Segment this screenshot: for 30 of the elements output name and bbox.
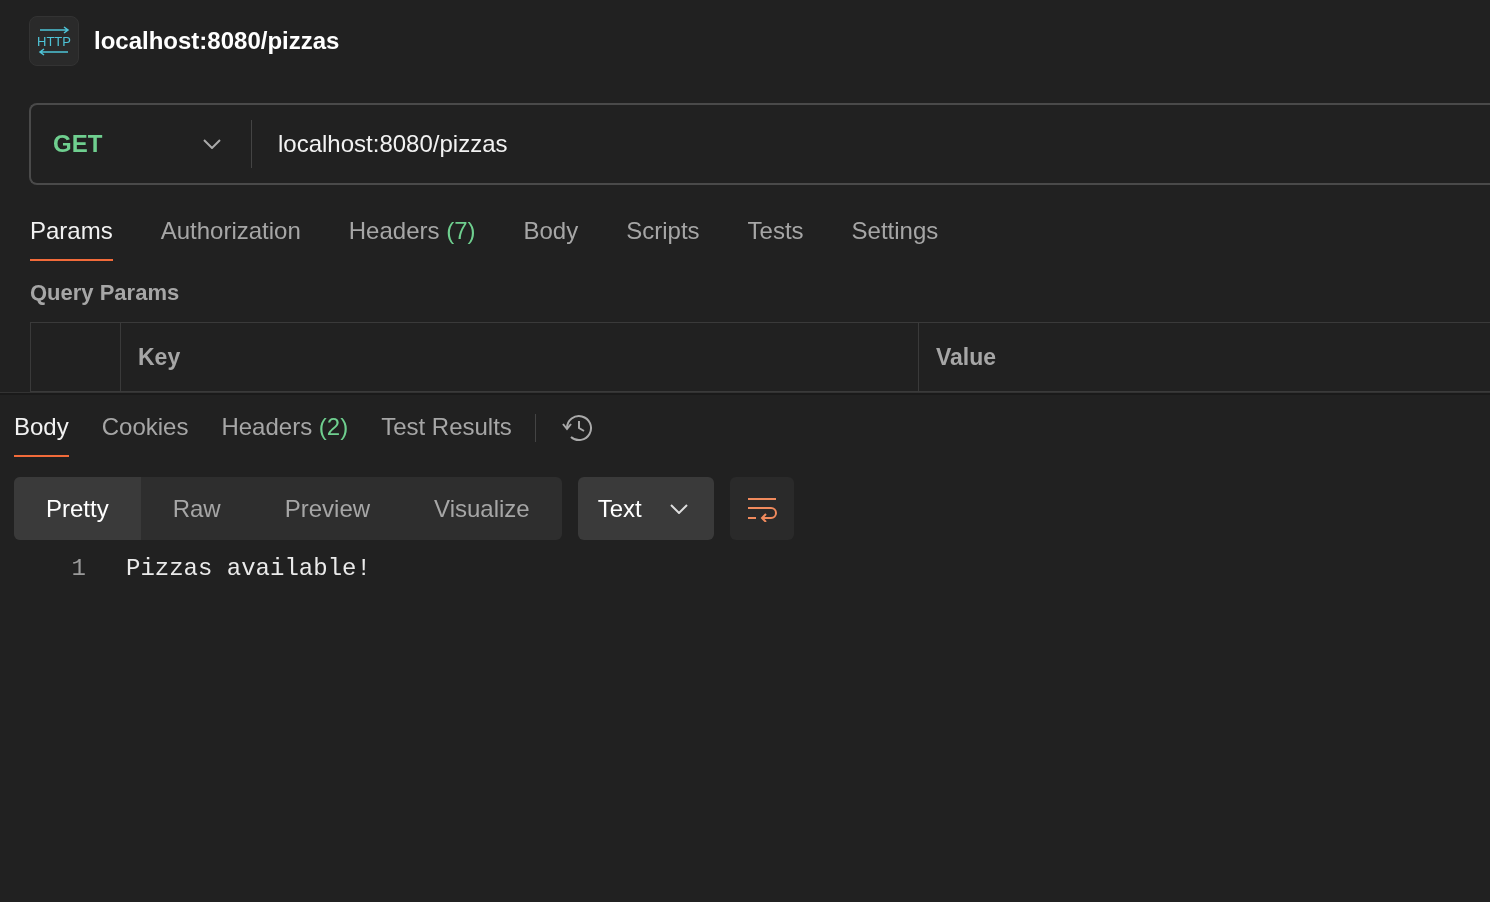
column-header: Value: [936, 342, 997, 372]
tab[interactable]: Settings: [851, 219, 939, 261]
chevron-down-icon: [203, 139, 221, 149]
http-icon: HTTP: [29, 16, 79, 66]
view-mode-tab[interactable]: Visualize: [402, 477, 562, 540]
line-number: 1: [70, 554, 86, 584]
section-title: Query Params: [29, 279, 181, 304]
method-dropdown[interactable]: GET: [31, 105, 251, 183]
tab[interactable]: Authorization: [160, 219, 301, 261]
tab[interactable]: Test Results: [381, 415, 512, 457]
tab[interactable]: Tests: [747, 219, 804, 261]
wrap-lines-button[interactable]: [729, 477, 794, 540]
column-header: Key: [138, 342, 181, 372]
tab[interactable]: Cookies: [101, 415, 189, 457]
tab[interactable]: Headers (2): [221, 415, 349, 457]
tab[interactable]: Body: [14, 415, 69, 457]
wrap-lines-icon: [746, 495, 777, 522]
history-icon[interactable]: [560, 413, 593, 443]
chevron-down-icon: [669, 503, 688, 514]
tab[interactable]: Headers (7): [348, 219, 476, 261]
tab[interactable]: Params: [30, 219, 113, 261]
request-title: localhost:8080/pizzas: [94, 26, 340, 56]
format-dropdown[interactable]: Text: [577, 477, 714, 540]
tab[interactable]: Scripts: [626, 219, 700, 261]
view-mode-tab[interactable]: Raw: [140, 477, 253, 540]
code-line: Pizzas available!: [125, 554, 371, 584]
view-mode-tab[interactable]: Pretty: [14, 477, 141, 540]
request-url-bar[interactable]: GET localhost:8080/pizzas: [29, 103, 1490, 185]
view-mode-tab[interactable]: Preview: [252, 477, 403, 540]
tab[interactable]: Body: [523, 219, 579, 261]
